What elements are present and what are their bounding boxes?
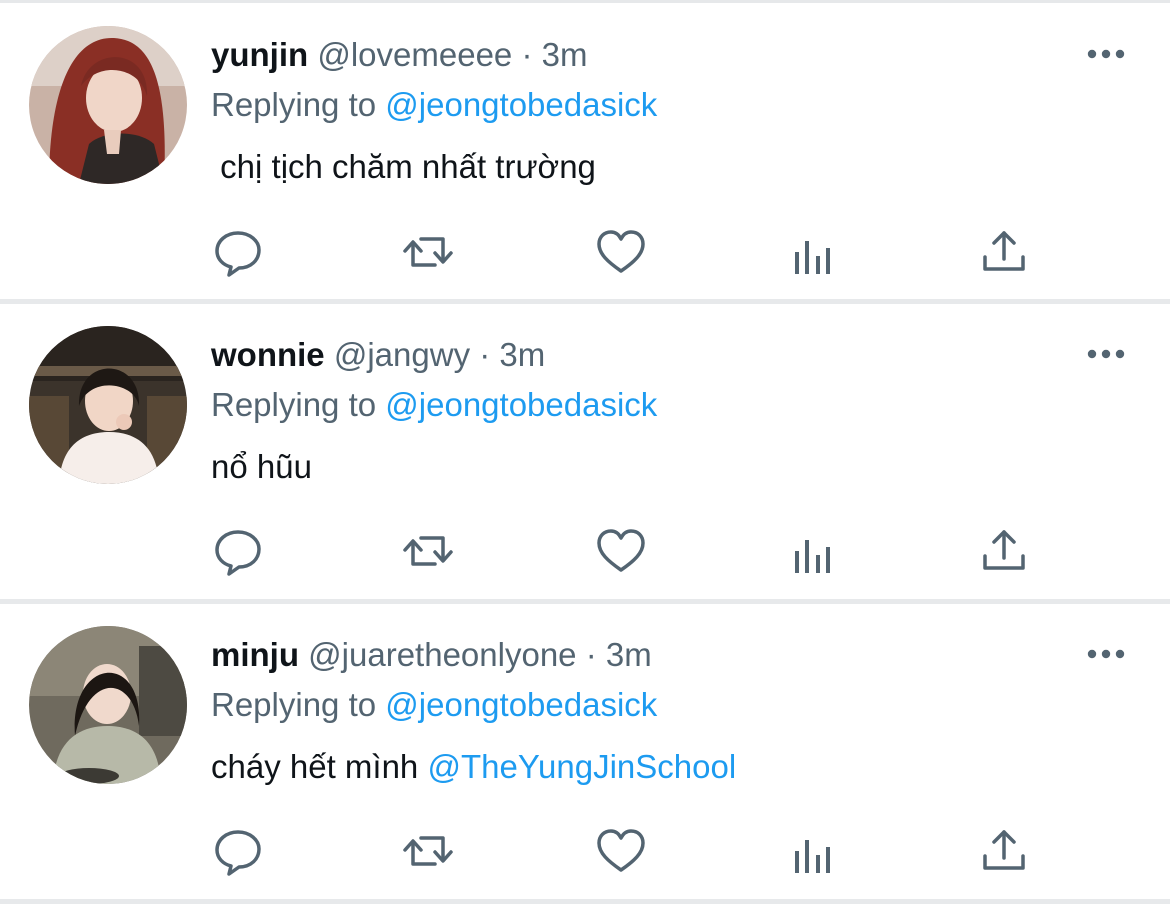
separator: · [585, 636, 597, 673]
retweet-button[interactable] [401, 524, 455, 578]
replying-to: Replying to @jeongtobedasick [211, 685, 657, 725]
like-button[interactable] [594, 824, 648, 878]
replying-to: Replying to @jeongtobedasick [211, 85, 657, 125]
tweet-text: nổ hũu [211, 445, 312, 489]
heart-icon [597, 529, 645, 572]
tweet-header: wonnie @jangwy · 3m [211, 335, 545, 375]
replying-to-label: Replying to [211, 386, 377, 423]
share-icon [983, 231, 1025, 271]
bar-chart-icon [795, 840, 830, 873]
share-button[interactable] [977, 225, 1031, 279]
like-button[interactable] [594, 225, 648, 279]
retweet-icon [403, 836, 453, 866]
avatar-photo [29, 626, 187, 784]
share-icon [983, 530, 1025, 570]
handle[interactable]: @jangwy [334, 336, 470, 373]
tweet-header: minju @juaretheonlyone · 3m [211, 635, 652, 675]
retweet-button[interactable] [401, 225, 455, 279]
replying-to-label: Replying to [211, 86, 377, 123]
timestamp[interactable]: 3m [499, 336, 545, 373]
comment-icon [215, 231, 261, 277]
retweet-icon [403, 536, 453, 566]
share-icon [983, 830, 1025, 870]
handle[interactable]: @juaretheonlyone [308, 636, 576, 673]
tweet-text: chị tịch chăm nhất trường [211, 145, 596, 189]
replying-to-mention[interactable]: @jeongtobedasick [385, 386, 657, 423]
tweet-reply[interactable]: minju @juaretheonlyone · 3m Replying to … [0, 600, 1170, 900]
more-options-icon[interactable] [1085, 44, 1127, 64]
retweet-icon [403, 237, 453, 267]
avatar-photo [29, 326, 187, 484]
timestamp[interactable]: 3m [542, 36, 588, 73]
reply-button[interactable] [211, 524, 265, 578]
more-options-icon[interactable] [1085, 644, 1127, 664]
share-button[interactable] [977, 524, 1031, 578]
analytics-button[interactable] [786, 527, 840, 581]
tweet-text-content: chị tịch chăm nhất trường [211, 148, 596, 185]
analytics-button[interactable] [786, 827, 840, 881]
retweet-button[interactable] [401, 824, 455, 878]
separator: · [521, 36, 533, 73]
display-name[interactable]: wonnie [211, 336, 325, 373]
avatar[interactable] [29, 326, 187, 484]
replying-to-label: Replying to [211, 686, 377, 723]
share-button[interactable] [977, 824, 1031, 878]
tweet-mention-link[interactable]: @TheYungJinSchool [427, 748, 736, 785]
display-name[interactable]: minju [211, 636, 299, 673]
analytics-button[interactable] [786, 228, 840, 282]
reply-button[interactable] [211, 824, 265, 878]
timestamp[interactable]: 3m [606, 636, 652, 673]
tweet-text: cháy hết mình @TheYungJinSchool [211, 745, 736, 789]
replying-to: Replying to @jeongtobedasick [211, 385, 657, 425]
reply-button[interactable] [211, 225, 265, 279]
replying-to-mention[interactable]: @jeongtobedasick [385, 86, 657, 123]
heart-icon [597, 829, 645, 872]
separator: · [479, 336, 491, 373]
more-options-icon[interactable] [1085, 344, 1127, 364]
tweet-text-content: nổ hũu [211, 448, 312, 485]
display-name[interactable]: yunjin [211, 36, 308, 73]
tweet-header: yunjin @lovemeeee · 3m [211, 35, 587, 75]
tweet-reply[interactable]: wonnie @jangwy · 3m Replying to @jeongto… [0, 300, 1170, 600]
comment-icon [215, 830, 261, 876]
avatar[interactable] [29, 26, 187, 184]
avatar[interactable] [29, 626, 187, 784]
replying-to-mention[interactable]: @jeongtobedasick [385, 686, 657, 723]
tweet-text-content: cháy hết mình [211, 748, 428, 785]
handle[interactable]: @lovemeeee [317, 36, 512, 73]
avatar-photo [29, 26, 187, 184]
divider [0, 899, 1170, 904]
tweet-reply[interactable]: yunjin @lovemeeee · 3m Replying to @jeon… [0, 0, 1170, 300]
bar-chart-icon [795, 540, 830, 573]
bar-chart-icon [795, 241, 830, 274]
comment-icon [215, 530, 261, 576]
heart-icon [597, 230, 645, 273]
like-button[interactable] [594, 524, 648, 578]
